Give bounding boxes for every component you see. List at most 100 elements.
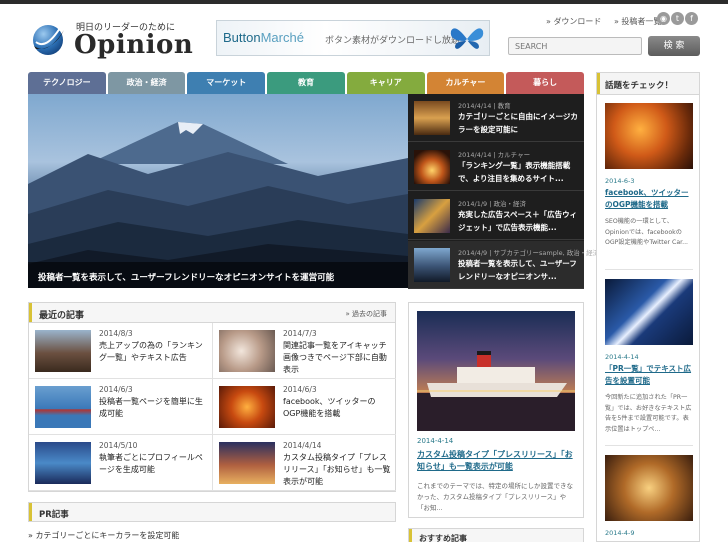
sidebar-heading: 話題をチェック！ (605, 81, 674, 91)
recent-item[interactable]: 2014/5/10 執筆者ごとにプロフィールページを生成可能 (29, 435, 212, 491)
hero-slide[interactable]: 投稿者一覧を表示して、ユーザーフレンドリーなオピニオンサイトを運営可能 (28, 94, 408, 288)
sidebar-date: 2014-6-3 (605, 177, 635, 185)
post-title[interactable]: 関連記事一覧をアイキャッチ画像つきでページ下部に自動表示 (283, 340, 391, 376)
slide-title: 「ランキング一覧」表示機能搭載で、より注目を集めるサイト... (458, 159, 580, 185)
nav-tab-education[interactable]: 教育 (267, 72, 345, 94)
banner-brand-part2: Marché (260, 30, 304, 45)
sidebar-date: 2014-4-14 (605, 353, 639, 361)
slide-thumb (414, 199, 450, 233)
recent-item[interactable]: 2014/4/14 カスタム投稿タイプ「プレスリリース」「お知らせ」も一覧表示が… (213, 435, 396, 491)
post-title[interactable]: カスタム投稿タイプ「プレスリリース」「お知らせ」も一覧表示が可能 (283, 452, 391, 488)
slide-meta: 2014/4/9 | サブカテゴリーsample, 政治・経済 (458, 249, 600, 257)
post-date: 2014/7/3 (283, 329, 317, 338)
authors-link[interactable]: » 投稿者一覧 (614, 17, 661, 26)
slide-title: 充実した広告スペース＋「広告ウィジェット」で広告表示機能... (458, 208, 580, 234)
slide-title-text: 「ランキング一覧」表示機能搭載で、より注目を集めるサイト... (458, 161, 571, 183)
logo-mark-icon (33, 25, 64, 55)
recent-item[interactable]: 2014/6/3 投稿者一覧ページを簡単に生成可能 (29, 379, 212, 435)
sidebar-thumb (605, 455, 693, 521)
slide-thumb (414, 248, 450, 282)
slide-category: カルチャー (497, 151, 531, 159)
accent-bar (597, 73, 600, 94)
feature-description: これまでのテーマでは、特定の場所にしか設置できなかった、カスタム投稿タイプ「プレ… (417, 482, 573, 512)
recent-item[interactable]: 2014/7/3 関連記事一覧をアイキャッチ画像つきでページ下部に自動表示 (213, 323, 396, 379)
recommended-heading: おすすめ記事 (419, 534, 467, 542)
banner-brand-part1: Button (223, 30, 261, 45)
post-date: 2014/4/14 (283, 441, 322, 450)
slide-title-text: カテゴリーごとに自由にイメージカラーを設定可能に (458, 112, 578, 134)
recent-header: 最近の記事 » 過去の記事 (29, 303, 395, 323)
slide-title-text: 充実した広告スペース＋「広告ウィジェット」で広告表示機能... (458, 210, 578, 232)
sidebar-title[interactable]: 「PR一覧」でテキスト広告を設置可能 (605, 363, 693, 387)
search-button[interactable]: 検 索 (648, 36, 700, 56)
slide-title-text: 投稿者一覧を表示して、ユーザーフレンドリーなオピニオンサ... (458, 259, 577, 281)
feature-image (417, 311, 575, 431)
sidebar: 話題をチェック！ 2014-6-3 facebook、ツイッターのOGP機能を搭… (596, 72, 700, 542)
divider (605, 269, 693, 270)
sidebar-item[interactable]: 2014-4-14 「PR一覧」でテキスト広告を設置可能 今回新たに追加された「… (605, 279, 693, 435)
ship-image (417, 351, 575, 431)
feature-title[interactable]: カスタム投稿タイプ「プレスリリース」「お知らせ」も一覧表示が可能 (417, 449, 577, 473)
nav-tab-technology[interactable]: テクノロジー (28, 72, 106, 94)
search-input[interactable] (508, 37, 642, 55)
sidebar-item[interactable]: 2014-4-9 (605, 455, 693, 537)
past-posts-link[interactable]: » 過去の記事 (345, 309, 387, 319)
sidebar-title[interactable]: facebook、ツイッターのOGP機能を搭載 (605, 187, 693, 211)
recent-posts: 最近の記事 » 過去の記事 2014/8/3 売上アップの為の「ランキング一覧」… (28, 302, 396, 492)
slide-item[interactable]: 2014/4/14 | 教育 カテゴリーごとに自由にイメージカラーを設定可能に (408, 94, 584, 142)
nav-tab-market[interactable]: マーケット (187, 72, 266, 94)
pr-heading: PR記事 (39, 510, 69, 520)
post-date: 2014/6/3 (99, 385, 133, 394)
pr-item-link[interactable]: » カテゴリーごとにキーカラーを設定可能 (28, 530, 179, 541)
header-links: » ダウンロード » 投稿者一覧 (546, 16, 671, 27)
slide-date: 2014/4/14 (458, 102, 492, 110)
slide-category: 教育 (497, 102, 511, 110)
slide-item[interactable]: 2014/4/14 | カルチャー 「ランキング一覧」表示機能搭載で、より注目を… (408, 143, 584, 191)
banner-copy: ボタン素材がダウンロードし放題 (325, 36, 461, 46)
hero-image (28, 122, 408, 288)
recent-item[interactable]: 2014/6/3 facebook、ツイッターのOGP機能を搭載 (213, 379, 396, 435)
slide-title: 投稿者一覧を表示して、ユーザーフレンドリーなオピニオンサ... (458, 257, 580, 283)
ad-banner[interactable]: ButtonMarché ボタン素材がダウンロードし放題 (216, 20, 490, 56)
facebook-icon[interactable]: f (685, 12, 698, 25)
slide-date: 2014/4/9 (458, 249, 488, 257)
slide-meta: 2014/4/14 | カルチャー (458, 151, 531, 159)
post-thumb (35, 442, 91, 484)
post-title[interactable]: 投稿者一覧ページを簡単に生成可能 (99, 396, 207, 420)
recommended-section: おすすめ記事 (408, 528, 584, 542)
sidebar-item[interactable]: 2014-6-3 facebook、ツイッターのOGP機能を搭載 SEO機能の一… (605, 103, 693, 249)
feature-card[interactable]: 2014-4-14 カスタム投稿タイプ「プレスリリース」「お知らせ」も一覧表示が… (408, 302, 584, 518)
rss-icon[interactable]: ◉ (657, 12, 670, 25)
sidebar-description: SEO機能の一環として、Opinionでは、facebookのOGP設定機能やT… (605, 218, 689, 246)
nav-tab-culture[interactable]: カルチャー (426, 72, 505, 94)
divider (605, 445, 693, 446)
recent-item[interactable]: 2014/8/3 売上アップの為の「ランキング一覧」やテキスト広告 (29, 323, 212, 379)
twitter-icon[interactable]: t (671, 12, 684, 25)
post-title[interactable]: 執筆者ごとにプロフィールページを生成可能 (99, 452, 207, 476)
slide-title: カテゴリーごとに自由にイメージカラーを設定可能に (458, 110, 580, 136)
post-thumb (219, 442, 275, 484)
post-title[interactable]: 売上アップの為の「ランキング一覧」やテキスト広告 (99, 340, 207, 364)
slide-thumb (414, 101, 450, 135)
slide-item[interactable]: 2014/1/9 | 政治・経済 充実した広告スペース＋「広告ウィジェット」で広… (408, 192, 584, 240)
post-thumb (219, 386, 275, 428)
nav-tab-politics-economy[interactable]: 政治・経済 (107, 72, 186, 94)
feature-date: 2014-4-14 (417, 437, 454, 445)
sidebar-thumb (605, 103, 693, 169)
sidebar-header: 話題をチェック！ (597, 73, 699, 95)
top-bar (0, 0, 728, 4)
site-logo[interactable]: 明日のリーダーのために Opinion (30, 18, 193, 62)
sidebar-thumb (605, 279, 693, 345)
download-link[interactable]: » ダウンロード (546, 17, 601, 26)
slide-item-active[interactable]: 2014/4/9 | サブカテゴリーsample, 政治・経済 投稿者一覧を表示… (408, 241, 599, 289)
post-date: 2014/6/3 (283, 385, 317, 394)
post-thumb (35, 386, 91, 428)
nav-tab-career[interactable]: キャリア (346, 72, 425, 94)
post-title[interactable]: facebook、ツイッターのOGP機能を搭載 (283, 396, 391, 420)
slide-meta: 2014/1/9 | 政治・経済 (458, 200, 527, 208)
slide-date: 2014/1/9 (458, 200, 488, 208)
slide-meta: 2014/4/14 | 教育 (458, 102, 511, 110)
nav-tab-lifestyle[interactable]: 暮らし (506, 72, 585, 94)
post-date: 2014/8/3 (99, 329, 133, 338)
accent-bar (29, 303, 32, 322)
